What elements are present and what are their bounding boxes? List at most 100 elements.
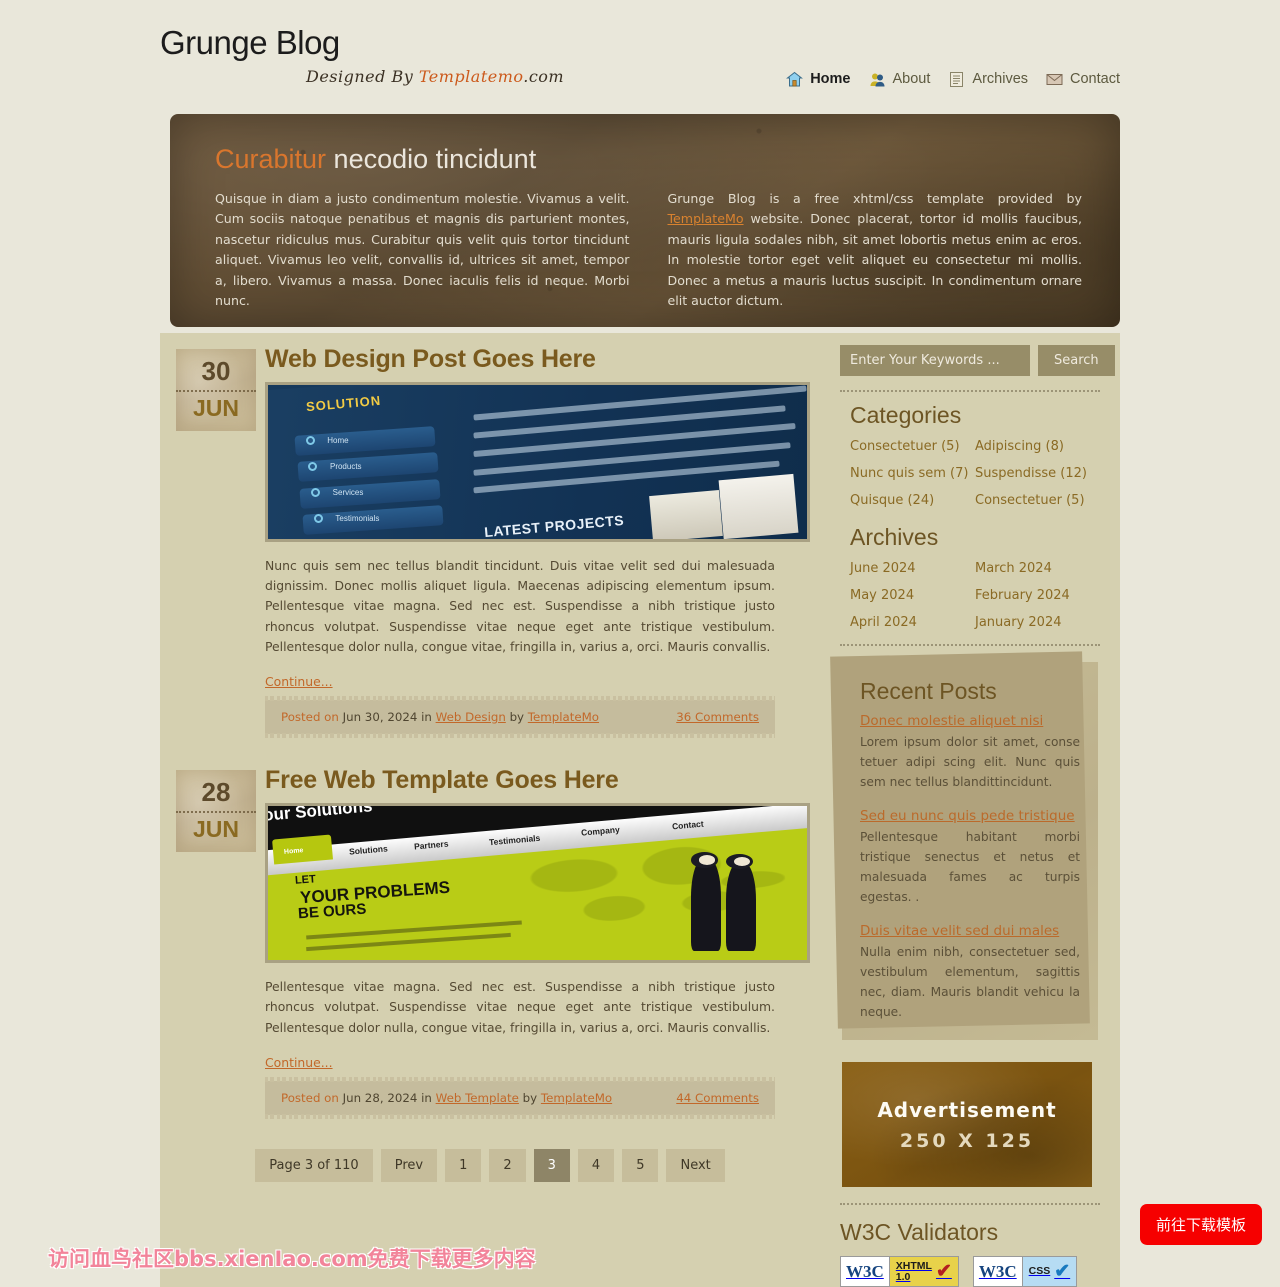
list-item: May 2024	[850, 584, 975, 603]
category-link[interactable]: Adipiscing (8)	[975, 439, 1064, 454]
post-category-link[interactable]: Web Design	[436, 710, 506, 724]
w3c-xhtml-bottom: 1.0	[895, 1270, 911, 1283]
w3c-xhtml-badge[interactable]: W3C XHTML 1.0 ✔	[840, 1256, 959, 1287]
archives-column-1: June 2024 May 2024 April 2024	[850, 557, 975, 638]
in-label: in	[421, 1090, 432, 1105]
advertisement-size: 250 X 125	[899, 1129, 1035, 1152]
w3c-css-badge[interactable]: W3C CSS ✔	[972, 1256, 1078, 1287]
site-logo[interactable]: Grunge Blog	[160, 0, 1280, 59]
categories-column-1: Consectetuer (5) Nunc quis sem (7) Quisq…	[850, 435, 975, 516]
banner-columns: Quisque in diam a justo condimentum mole…	[215, 189, 1082, 311]
post-date-day: 28	[201, 777, 231, 808]
main-wrapper: 30 JUN Web Design Post Goes Here SOLUTIO…	[160, 333, 1120, 1287]
post-author-link[interactable]: TemplateMo	[528, 710, 599, 724]
w3c-css-top: CSS	[1028, 1265, 1051, 1278]
content-column: 30 JUN Web Design Post Goes Here SOLUTIO…	[160, 333, 820, 1287]
category-link[interactable]: Suspendisse (12)	[975, 466, 1087, 481]
post-continue-link[interactable]: Continue...	[265, 1055, 333, 1070]
banner-title: Curabitur necodio tincidunt	[215, 144, 1082, 175]
nav-label-about: About	[892, 71, 931, 88]
nav-label-contact: Contact	[1070, 71, 1120, 88]
category-link[interactable]: Consectetuer (5)	[850, 439, 960, 454]
by-label: by	[522, 1090, 538, 1105]
search-input[interactable]	[840, 345, 1030, 376]
divider	[840, 390, 1100, 392]
pagination-page-1[interactable]: 1	[445, 1148, 482, 1182]
nav-item-archives[interactable]: Archives	[948, 71, 1028, 88]
list-item: February 2024	[975, 584, 1100, 603]
pagination-page-2[interactable]: 2	[489, 1148, 526, 1182]
house-icon	[786, 71, 804, 88]
w3c-xhtml-label: XHTML 1.0 ✔	[889, 1256, 959, 1287]
post-date-month: JUN	[192, 395, 239, 421]
banner-templatemo-link[interactable]: TemplateMo	[668, 211, 744, 226]
tagline-brand[interactable]: Templatemo	[419, 67, 523, 86]
list-item: Consectetuer (5)	[975, 489, 1100, 508]
divider	[840, 644, 1100, 646]
pagination-prev[interactable]: Prev	[380, 1148, 438, 1182]
posted-label: Posted on	[281, 1090, 339, 1105]
pagination-page-5[interactable]: 5	[622, 1148, 659, 1182]
post-meta-left: Posted on Jun 28, 2024 in Web Template b…	[281, 1091, 612, 1105]
post-date-day: 30	[201, 356, 231, 386]
post-thumbnail[interactable]: SOLUTION Home Products Services Testimon…	[265, 382, 810, 542]
advertisement-banner[interactable]: Advertisement 250 X 125	[842, 1062, 1092, 1188]
page-root: Grunge Blog Designed By Templatemo.com H…	[0, 0, 1280, 1287]
w3c-logo-text: W3C	[840, 1256, 890, 1287]
recent-post-link[interactable]: Duis vitae velit sed dui males	[860, 923, 1080, 939]
nav-item-home[interactable]: Home	[786, 71, 851, 88]
banner-title-highlight: Curabitur	[215, 144, 327, 174]
post-author-link[interactable]: TemplateMo	[541, 1091, 612, 1105]
archives-list: June 2024 May 2024 April 2024 March 2024…	[850, 557, 1100, 638]
category-link[interactable]: Quisque (24)	[850, 493, 934, 508]
list-item: June 2024	[850, 557, 975, 576]
post-date-text: Jun 28, 2024	[342, 1090, 418, 1105]
document-icon	[948, 71, 965, 88]
site-header: Grunge Blog Designed By Templatemo.com H…	[0, 0, 1280, 108]
archives-column-2: March 2024 February 2024 January 2024	[975, 557, 1100, 638]
envelope-icon	[1046, 71, 1063, 88]
archive-link[interactable]: April 2024	[850, 615, 917, 630]
archive-link[interactable]: February 2024	[975, 588, 1070, 603]
post-title[interactable]: Web Design Post Goes Here	[265, 345, 775, 374]
post-date-text: Jun 30, 2024	[342, 710, 418, 725]
w3c-badges: W3C XHTML 1.0 ✔ W3C CSS ✔	[840, 1256, 1100, 1287]
list-item: April 2024	[850, 611, 975, 630]
archive-link[interactable]: June 2024	[850, 561, 916, 576]
recent-post-link[interactable]: Sed eu nunc quis pede tristique	[860, 808, 1080, 824]
post-continue-link[interactable]: Continue...	[265, 674, 333, 689]
recent-post-text: Nulla enim nibh, consectetuer sed, vesti…	[860, 945, 1080, 1019]
search-button[interactable]: Search	[1038, 345, 1115, 376]
post-item: 30 JUN Web Design Post Goes Here SOLUTIO…	[160, 345, 820, 739]
post-body: Nunc quis sem nec tellus blandit tincidu…	[265, 558, 775, 654]
nav-item-contact[interactable]: Contact	[1046, 71, 1120, 88]
post-category-link[interactable]: Web Template	[436, 1091, 519, 1105]
category-link[interactable]: Nunc quis sem (7)	[850, 466, 968, 481]
w3c-validators-section: W3C Validators W3C XHTML 1.0 ✔ W3C CSS ✔	[840, 1219, 1100, 1287]
download-template-button[interactable]: 前往下载模板	[1139, 1204, 1262, 1246]
nav-item-about[interactable]: About	[869, 71, 931, 88]
post-comments-link[interactable]: 44 Comments	[676, 1091, 759, 1105]
category-link[interactable]: Consectetuer (5)	[975, 493, 1085, 508]
list-item: Nunc quis sem (7)	[850, 462, 975, 481]
list-item: March 2024	[975, 557, 1100, 576]
green-website-screenshot-icon: our Solutions Home Solutions Partners Te…	[268, 806, 807, 961]
categories-list: Consectetuer (5) Nunc quis sem (7) Quisq…	[850, 435, 1100, 516]
post-comments-link[interactable]: 36 Comments	[676, 710, 759, 724]
post-meta-bar: Posted on Jun 30, 2024 in Web Design by …	[265, 696, 775, 739]
post-thumbnail[interactable]: our Solutions Home Solutions Partners Te…	[265, 803, 810, 964]
w3c-logo-text: W3C	[972, 1256, 1023, 1287]
archive-link[interactable]: January 2024	[975, 615, 1062, 630]
post-item: 28 JUN Free Web Template Goes Here our S…	[160, 766, 820, 1119]
pagination-page-3[interactable]: 3	[533, 1148, 570, 1182]
post-title[interactable]: Free Web Template Goes Here	[265, 766, 775, 795]
divider	[840, 1203, 1100, 1206]
sidebar: Search Categories Consectetuer (5) Nunc …	[820, 333, 1120, 1287]
recent-post-link[interactable]: Donec molestie aliquet nisi	[860, 713, 1080, 729]
archive-link[interactable]: May 2024	[850, 588, 914, 603]
archives-title: Archives	[850, 524, 939, 550]
recent-posts-title: Recent Posts	[860, 678, 997, 704]
pagination-next[interactable]: Next	[666, 1148, 725, 1182]
pagination-page-4[interactable]: 4	[577, 1148, 615, 1182]
archive-link[interactable]: March 2024	[975, 561, 1052, 576]
